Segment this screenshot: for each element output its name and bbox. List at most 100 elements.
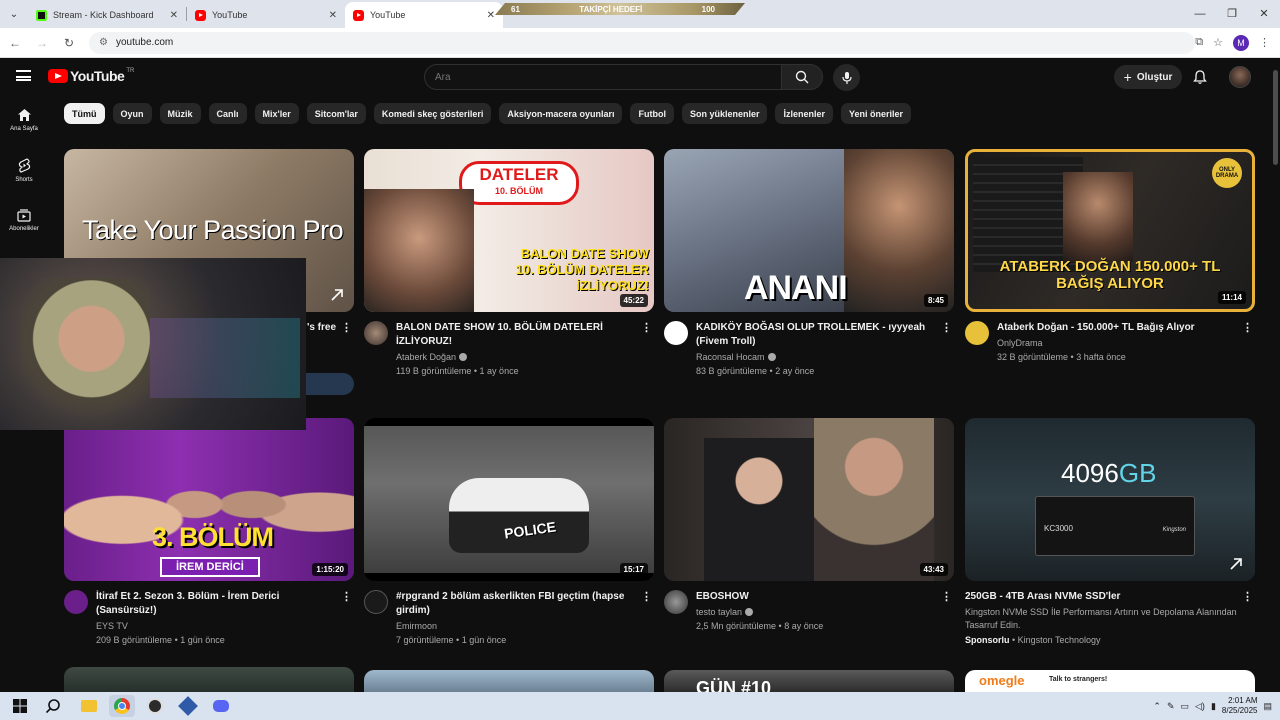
channel-name[interactable]: OnlyDrama: [997, 338, 1043, 348]
video-title[interactable]: #rpgrand 2 bölüm askerlikten FBI geçtim …: [396, 590, 636, 618]
channel-avatar[interactable]: [364, 321, 388, 345]
video-card[interactable]: 3. BÖLÜM İREM DERİCİ 1:15:20 İtiraf Et 2…: [64, 418, 354, 647]
create-button[interactable]: + Oluştur: [1114, 65, 1182, 89]
battery-icon[interactable]: ▮: [1211, 701, 1216, 712]
ad-title[interactable]: 250GB - 4TB Arası NVMe SSD'ler: [965, 590, 1237, 604]
url-field[interactable]: ⚙ youtube.com: [89, 31, 1196, 54]
reload-icon[interactable]: ↻: [57, 36, 81, 50]
obs-icon[interactable]: [142, 695, 168, 717]
video-thumbnail-partial[interactable]: [364, 670, 654, 692]
ad-thumbnail[interactable]: 4096GB KC3000 Kingston: [965, 418, 1255, 581]
tray-overflow-icon[interactable]: ⌃: [1153, 701, 1161, 712]
more-options-icon[interactable]: ⋮: [341, 590, 352, 603]
video-thumbnail-partial[interactable]: GÜN #10: [664, 670, 954, 692]
video-card[interactable]: 43:43 EBOSHOW testo taylan 2,5 Mn görünt…: [664, 418, 954, 633]
install-app-icon[interactable]: ⧉: [1195, 36, 1203, 49]
tab-search-dropdown-icon[interactable]: ⌄: [0, 0, 28, 28]
sidebar-item-subscriptions[interactable]: Abonelikler: [0, 196, 48, 246]
close-tab-icon[interactable]: ✕: [170, 10, 178, 21]
search-icon[interactable]: [40, 695, 66, 717]
sidebar-item-shorts[interactable]: Shorts: [0, 146, 48, 196]
more-options-icon[interactable]: ⋮: [1242, 590, 1253, 603]
chip-all[interactable]: Tümü: [64, 103, 105, 124]
channel-avatar[interactable]: [364, 590, 388, 614]
channel-name[interactable]: Emirmoon: [396, 621, 437, 631]
channel-name[interactable]: testo taylan: [696, 607, 742, 617]
youtube-logo[interactable]: YouTube TR: [48, 68, 134, 84]
ad-card[interactable]: 4096GB KC3000 Kingston 250GB - 4TB Arası…: [965, 418, 1255, 645]
channel-avatar[interactable]: [664, 321, 688, 345]
video-title[interactable]: KADIKÖY BOĞASI OLUP TROLLEMEK - ıyyyeah …: [696, 321, 936, 349]
chip-gaming[interactable]: Oyun: [112, 103, 152, 124]
clock[interactable]: 2:01 AM 8/25/2025: [1222, 696, 1258, 716]
chip-football[interactable]: Futbol: [630, 103, 674, 124]
bookmark-star-icon[interactable]: ☆: [1213, 36, 1223, 49]
chrome-icon[interactable]: [109, 695, 135, 717]
video-thumbnail[interactable]: ONLY DRAMA ATABERK DOĞAN 150.000+ TL BAĞ…: [965, 149, 1255, 312]
video-thumbnail-partial[interactable]: [64, 667, 354, 692]
page-scrollbar[interactable]: [1271, 58, 1280, 692]
close-tab-icon[interactable]: ✕: [487, 10, 495, 21]
channel-name[interactable]: Raconsal Hocam: [696, 352, 765, 362]
chip-music[interactable]: Müzik: [159, 103, 201, 124]
channel-avatar[interactable]: [664, 590, 688, 614]
video-card[interactable]: DATELER 10. BÖLÜM BALON DATE SHOW 10. BÖ…: [364, 149, 654, 378]
video-title[interactable]: İtiraf Et 2. Sezon 3. Bölüm - İrem Deric…: [96, 590, 336, 618]
channel-name[interactable]: Ataberk Doğan: [396, 352, 456, 362]
more-options-icon[interactable]: ⋮: [341, 321, 352, 334]
chip-live[interactable]: Canlı: [208, 103, 247, 124]
ad-thumbnail-partial[interactable]: omegle Talk to strangers!: [965, 670, 1255, 692]
speaker-icon[interactable]: ◁): [1195, 701, 1205, 712]
chip-sketch-comedy[interactable]: Komedi skeç gösterileri: [373, 103, 492, 124]
browser-menu-icon[interactable]: ⋮: [1259, 36, 1270, 49]
video-title[interactable]: Ataberk Doğan - 150.000+ TL Bağış Alıyor: [997, 321, 1237, 335]
external-link-icon[interactable]: [1229, 557, 1243, 571]
more-options-icon[interactable]: ⋮: [1242, 321, 1253, 334]
video-title[interactable]: BALON DATE SHOW 10. BÖLÜM DATELERİ İZLİY…: [396, 321, 636, 349]
back-icon[interactable]: ←: [3, 36, 27, 50]
video-thumbnail[interactable]: DATELER 10. BÖLÜM BALON DATE SHOW 10. BÖ…: [364, 149, 654, 312]
sidebar-item-home[interactable]: Ana Sayfa: [0, 96, 48, 146]
close-tab-icon[interactable]: ✕: [329, 10, 337, 21]
file-explorer-icon[interactable]: [76, 695, 102, 717]
discord-icon[interactable]: [208, 695, 234, 717]
external-link-icon[interactable]: [330, 288, 344, 302]
minimize-icon[interactable]: —: [1184, 0, 1216, 28]
search-box[interactable]: [424, 64, 782, 90]
advertiser-name[interactable]: Kingston Technology: [1018, 635, 1101, 645]
video-title[interactable]: EBOSHOW: [696, 590, 936, 604]
notifications-bell-icon[interactable]: [1192, 69, 1208, 85]
chip-watched[interactable]: İzlenenler: [775, 103, 833, 124]
notifications-icon[interactable]: ▤: [1263, 701, 1272, 712]
more-options-icon[interactable]: ⋮: [941, 321, 952, 334]
pen-icon[interactable]: ✎: [1167, 701, 1175, 712]
more-options-icon[interactable]: ⋮: [941, 590, 952, 603]
voice-search-button[interactable]: [833, 64, 860, 91]
chip-sitcoms[interactable]: Sitcom'lar: [306, 103, 366, 124]
chip-recently-uploaded[interactable]: Son yüklenenler: [681, 103, 768, 124]
chip-action-adventure[interactable]: Aksiyon-macera oyunları: [499, 103, 623, 124]
menu-icon[interactable]: [16, 70, 31, 81]
chip-mixes[interactable]: Mix'ler: [254, 103, 299, 124]
tab-youtube-active[interactable]: YouTube ✕: [345, 2, 503, 28]
channel-name[interactable]: EYS TV: [96, 621, 128, 631]
account-avatar[interactable]: [1229, 66, 1251, 88]
video-thumbnail[interactable]: ANANI IYYEAHH 8:45: [664, 149, 954, 312]
tab-kick-dashboard[interactable]: Stream - Kick Dashboard ✕: [28, 2, 186, 28]
video-thumbnail[interactable]: 3. BÖLÜM İREM DERİCİ 1:15:20: [64, 418, 354, 581]
profile-avatar[interactable]: M: [1233, 34, 1249, 51]
tab-youtube[interactable]: YouTube ✕: [187, 2, 345, 28]
search-button[interactable]: [781, 64, 823, 90]
windows-start-icon[interactable]: [7, 695, 33, 717]
video-card[interactable]: ANANI IYYEAHH 8:45 KADIKÖY BOĞASI OLUP T…: [664, 149, 954, 378]
video-card[interactable]: POLICE 15:17 #rpgrand 2 bölüm askerlikte…: [364, 418, 654, 647]
search-input[interactable]: [435, 71, 781, 83]
restore-icon[interactable]: ❐: [1216, 0, 1248, 28]
site-info-icon[interactable]: ⚙: [99, 37, 108, 48]
network-icon[interactable]: ▭: [1181, 701, 1190, 712]
scrollbar-thumb[interactable]: [1273, 70, 1278, 165]
channel-avatar[interactable]: [64, 590, 88, 614]
channel-avatar[interactable]: [965, 321, 989, 345]
more-options-icon[interactable]: ⋮: [641, 321, 652, 334]
chip-new-to-you[interactable]: Yeni öneriler: [841, 103, 912, 124]
